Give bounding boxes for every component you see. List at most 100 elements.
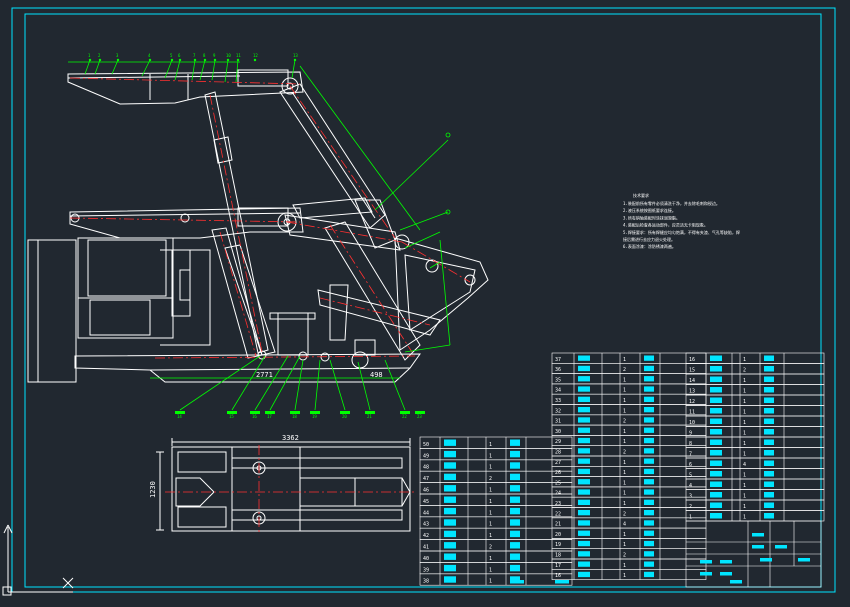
part-qty: 2 — [623, 367, 626, 373]
part-number: 21 — [555, 522, 561, 528]
part-code-cell — [444, 473, 456, 481]
parts-row — [419, 482, 573, 495]
parts-row — [419, 505, 573, 518]
part-material-cell — [764, 471, 774, 477]
part-code-cell — [578, 468, 590, 475]
note-line: 6.表面涂漆：涂防锈漆两遍。 — [623, 243, 676, 249]
part-number: 37 — [555, 357, 561, 363]
part-code-cell — [710, 450, 722, 456]
part-material-cell — [644, 376, 654, 382]
parts-row — [419, 527, 573, 540]
part-material-cell — [510, 542, 520, 549]
callout-label: 3 — [116, 53, 119, 58]
part-qty: 1 — [489, 465, 492, 471]
part-number: 23 — [555, 501, 561, 507]
part-material-cell — [644, 499, 654, 505]
part-code-cell — [578, 407, 590, 413]
parts-row — [685, 394, 825, 406]
part-number: 16 — [689, 357, 695, 363]
part-number: 34 — [555, 388, 561, 394]
part-code-cell — [710, 460, 722, 466]
part-qty: 2 — [489, 476, 492, 482]
part-material-cell — [510, 564, 520, 572]
parts-row — [551, 476, 707, 488]
title-block-field — [798, 558, 810, 562]
title-block-field — [752, 545, 764, 549]
part-qty: 2 — [623, 511, 626, 517]
parts-row — [419, 539, 573, 552]
part-code-cell — [710, 429, 722, 435]
parts-row — [551, 558, 707, 570]
part-code-cell — [710, 502, 722, 508]
part-number: 2 — [689, 504, 692, 510]
part-qty: 1 — [623, 429, 626, 435]
part-material-cell — [644, 489, 654, 495]
part-code-cell — [710, 471, 722, 477]
part-code-cell — [578, 479, 590, 485]
part-material-cell — [510, 462, 520, 469]
part-code-cell — [578, 376, 590, 382]
part-qty: 1 — [743, 473, 746, 479]
callout-markers-top: 1 2 3 4 5 6 7 8 9 10 11 12 13 — [88, 53, 298, 62]
part-qty: 1 — [489, 533, 492, 539]
parts-row — [685, 436, 825, 448]
parts-row — [685, 352, 825, 364]
part-material-cell — [764, 492, 774, 498]
callout-label: 15 — [229, 414, 234, 419]
part-qty: 2 — [623, 553, 626, 559]
part-qty: 1 — [623, 398, 626, 404]
part-number: 42 — [423, 533, 429, 539]
part-number: 20 — [555, 532, 561, 538]
part-qty: 1 — [623, 377, 626, 383]
part-material-cell — [764, 481, 774, 487]
part-code-cell — [444, 485, 456, 492]
parts-row — [685, 373, 825, 385]
part-code-cell — [578, 520, 590, 526]
part-qty: 1 — [623, 439, 626, 445]
parts-row — [419, 562, 573, 575]
part-number: 35 — [555, 377, 561, 383]
part-material-cell — [764, 376, 774, 382]
part-number: 1 — [689, 515, 692, 521]
parts-row — [685, 405, 825, 417]
callout-marker — [178, 58, 182, 62]
part-number: 14 — [689, 378, 695, 384]
parts-row — [419, 448, 573, 461]
part-number: 8 — [689, 441, 692, 447]
callout-marker — [193, 58, 197, 62]
part-material-cell — [644, 468, 654, 475]
title-block-field — [752, 533, 764, 537]
callout-label: 14 — [177, 414, 182, 419]
part-qty: 1 — [743, 357, 746, 363]
note-line: 2.液压系统按图纸要求连接。 — [623, 207, 676, 213]
part-number: 29 — [555, 439, 561, 445]
parts-row — [685, 447, 825, 459]
part-code-cell — [444, 507, 456, 515]
callout-label: 9 — [213, 53, 216, 58]
part-code-cell — [710, 387, 722, 393]
part-material-cell — [764, 387, 774, 393]
part-number: 38 — [423, 579, 429, 585]
title-block-field — [720, 560, 732, 564]
part-number: 39 — [423, 567, 429, 573]
parts-row — [685, 384, 825, 396]
callout-marker — [293, 58, 297, 62]
part-code-cell — [710, 418, 722, 424]
plan-view — [156, 438, 411, 532]
part-number: 30 — [555, 429, 561, 435]
title-block-field — [700, 560, 712, 564]
dim-plan-width: 1230 — [149, 481, 157, 498]
parts-row — [551, 548, 707, 560]
part-qty: 1 — [623, 542, 626, 548]
part-number: 47 — [423, 476, 429, 482]
part-qty: 1 — [743, 399, 746, 405]
part-number: 19 — [555, 542, 561, 548]
part-code-cell — [578, 561, 590, 567]
part-qty: 1 — [623, 470, 626, 476]
parts-row — [685, 468, 825, 480]
part-number: 7 — [689, 452, 692, 458]
callout-label: 16 — [252, 414, 257, 419]
part-qty: 1 — [623, 460, 626, 466]
callout-label: 21 — [367, 414, 372, 419]
part-material-cell — [644, 530, 654, 536]
